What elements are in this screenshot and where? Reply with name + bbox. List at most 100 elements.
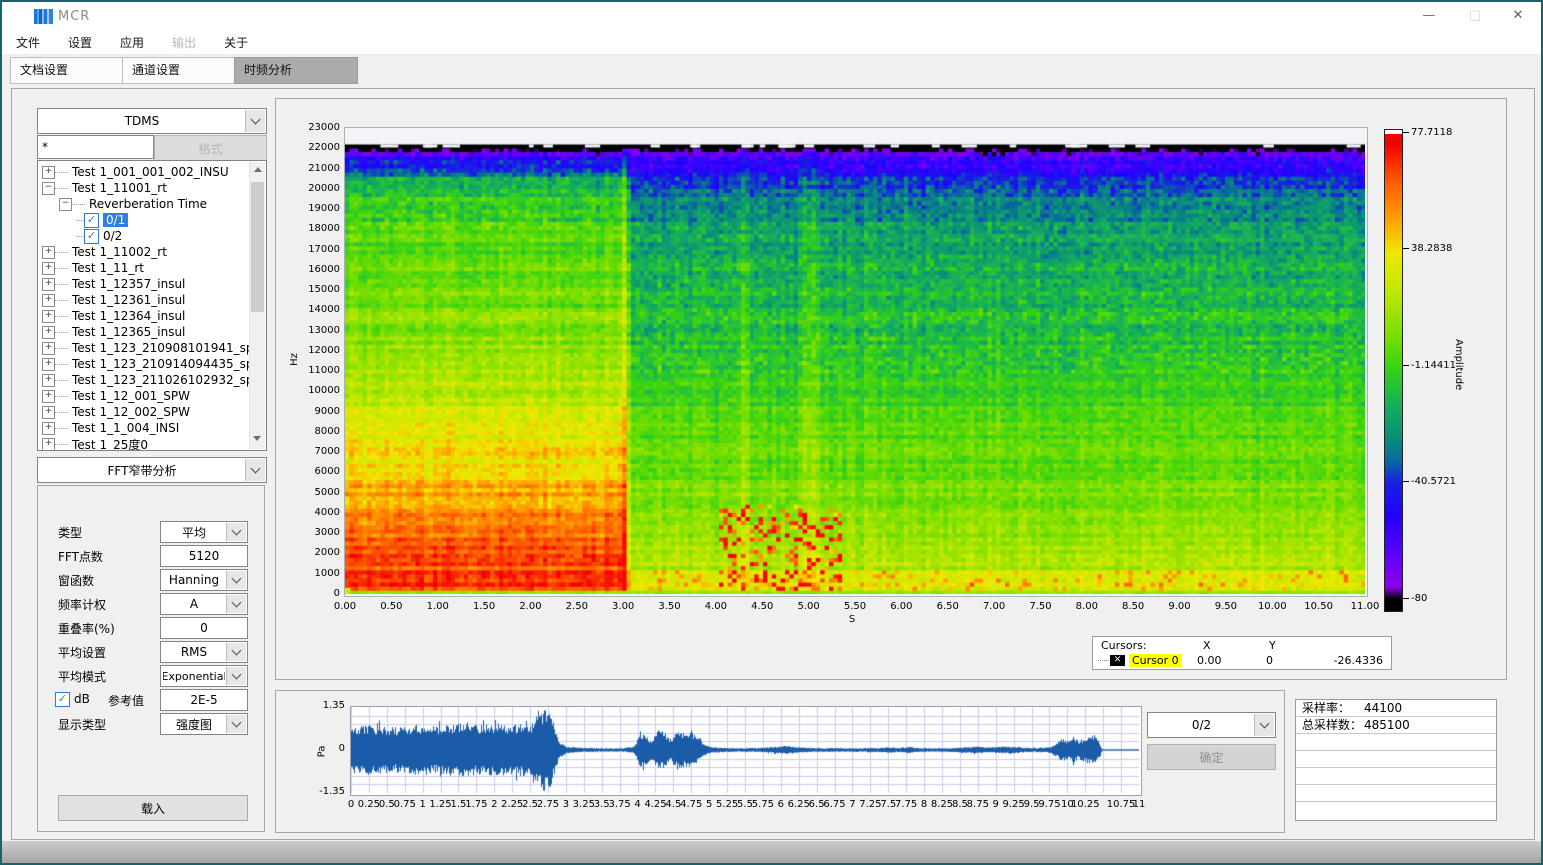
tree-item[interactable]: + Test 1_11002_rt xyxy=(38,244,249,260)
tree-expand-toggle-icon[interactable]: + xyxy=(42,438,55,451)
chevron-down-icon[interactable] xyxy=(226,643,246,661)
tree-expand-toggle-icon[interactable]: − xyxy=(42,182,55,195)
tree-item[interactable]: + Test 1_1_004_INSI xyxy=(38,420,249,436)
tree-item[interactable]: + Test 1_12365_insul xyxy=(38,324,249,340)
search-input[interactable] xyxy=(37,135,154,159)
input-overlap-percent[interactable] xyxy=(160,617,248,639)
tree-item[interactable]: + Test 1_12357_insul xyxy=(38,276,249,292)
tree-item-label[interactable]: Test 1_11_rt xyxy=(72,261,144,275)
reference-value-input[interactable] xyxy=(160,689,248,711)
tree-expand-toggle-icon[interactable]: + xyxy=(42,358,55,371)
tree-item-label[interactable]: Test 1_11002_rt xyxy=(72,245,167,259)
cursor-name[interactable]: Cursor 0 xyxy=(1129,654,1182,667)
tree-expand-toggle-icon[interactable]: + xyxy=(42,166,55,179)
tree-expand-toggle-icon[interactable]: − xyxy=(59,198,72,211)
tree-item-label[interactable]: Test 1_123_211026102932_spw xyxy=(72,373,263,387)
tree-item[interactable]: ✓ 0/1 xyxy=(38,212,249,228)
tree-expand-toggle-icon[interactable]: + xyxy=(42,390,55,403)
db-checkbox[interactable]: ✓ xyxy=(55,692,70,707)
tree-item-label[interactable]: Test 1_12361_insul xyxy=(72,293,185,307)
tree-item[interactable]: − Test 1_11001_rt xyxy=(38,180,249,196)
scrollbar-thumb[interactable] xyxy=(251,182,264,312)
tree-item[interactable]: + Test 1_001_001_002_INSU xyxy=(38,164,249,180)
tree-item[interactable]: + Test 1_12_001_SPW xyxy=(38,388,249,404)
tree-scrollbar[interactable] xyxy=(249,162,265,449)
chevron-down-icon[interactable] xyxy=(226,595,246,613)
tree-item[interactable]: +Test 1_123_210908101941_spw xyxy=(38,340,249,356)
tree-item-checkbox[interactable]: ✓ xyxy=(84,229,99,244)
combo-display-type[interactable]: 强度图 xyxy=(160,713,248,735)
analysis-type-combo[interactable]: FFT窄带分析 xyxy=(37,457,267,483)
combo-window-function[interactable]: Hanning xyxy=(160,569,248,591)
tree-item-label[interactable]: Test 1_25度0 xyxy=(72,436,148,452)
tab-document-settings[interactable]: 文档设置 xyxy=(10,57,132,84)
combo-frequency-weighting[interactable]: A xyxy=(160,593,248,615)
tree-item[interactable]: + Test 1_25度0 xyxy=(38,436,249,451)
tree-item-label[interactable]: Reverberation Time xyxy=(89,197,207,211)
maximize-button[interactable]: □ xyxy=(1452,2,1498,30)
tree-item[interactable]: +Test 1_123_210914094435_spw xyxy=(38,356,249,372)
chevron-down-icon[interactable] xyxy=(226,667,246,685)
tree-expand-toggle-icon[interactable]: + xyxy=(42,342,55,355)
tree-item-label[interactable]: 0/2 xyxy=(103,229,122,243)
tab-channel-settings[interactable]: 通道设置 xyxy=(122,57,244,84)
close-button[interactable]: ✕ xyxy=(1498,2,1538,30)
tree-item[interactable]: + Test 1_11_rt xyxy=(38,260,249,276)
tree-expand-toggle-icon[interactable]: + xyxy=(42,310,55,323)
chevron-down-icon[interactable] xyxy=(226,571,246,589)
tree-expand-toggle-icon[interactable]: + xyxy=(42,406,55,419)
tree-item-label[interactable]: Test 1_12357_insul xyxy=(72,277,185,291)
spectrogram-canvas[interactable] xyxy=(345,128,1365,594)
tree-item[interactable]: + Test 1_12_002_SPW xyxy=(38,404,249,420)
tree-item-label[interactable]: Test 1_12364_insul xyxy=(72,309,185,323)
menu-item-settings[interactable]: 设置 xyxy=(54,30,106,54)
tree-expand-toggle-icon[interactable]: + xyxy=(42,294,55,307)
tree-item[interactable]: + Test 1_12361_insul xyxy=(38,292,249,308)
tree-item-label[interactable]: Test 1_11001_rt xyxy=(72,181,167,195)
combo-average-mode[interactable]: Exponential xyxy=(160,665,248,687)
tree-expand-toggle-icon[interactable]: + xyxy=(42,246,55,259)
tree-expand-toggle-icon[interactable]: + xyxy=(42,262,55,275)
tree-item-label[interactable]: Test 1_1_004_INSI xyxy=(72,421,179,435)
chevron-down-icon[interactable] xyxy=(226,523,246,541)
tree-item-label[interactable]: Test 1_12_001_SPW xyxy=(72,389,190,403)
waveform-canvas[interactable] xyxy=(351,707,1139,793)
scrollbar-down-icon[interactable] xyxy=(253,436,261,441)
chevron-down-icon[interactable] xyxy=(226,715,246,733)
tree-item-label[interactable]: Test 1_12_002_SPW xyxy=(72,405,190,419)
tree-item-checkbox[interactable]: ✓ xyxy=(84,213,99,228)
chevron-down-icon[interactable] xyxy=(1254,714,1274,736)
tree-item[interactable]: +Test 1_123_211026102932_spw xyxy=(38,372,249,388)
format-button[interactable]: 格式 xyxy=(154,135,267,161)
menu-item-file[interactable]: 文件 xyxy=(2,30,54,54)
tree-item-label[interactable]: 0/1 xyxy=(103,213,128,227)
load-button[interactable]: 载入 xyxy=(58,795,248,821)
scrollbar-up-icon[interactable] xyxy=(254,167,262,172)
tree-expand-toggle-icon[interactable]: + xyxy=(42,374,55,387)
combo-type[interactable]: 平均 xyxy=(160,521,248,543)
chevron-down-icon[interactable] xyxy=(245,459,265,481)
tree-item-label[interactable]: Test 1_001_001_002_INSU xyxy=(72,165,229,179)
tab-time-frequency-analysis[interactable]: 时频分析 xyxy=(234,57,358,84)
file-format-combo[interactable]: TDMS xyxy=(37,108,267,134)
cursor-icon[interactable]: ✕ xyxy=(1110,655,1125,666)
confirm-button[interactable]: 确定 xyxy=(1147,744,1276,770)
menu-item-about[interactable]: 关于 xyxy=(210,30,262,54)
minimize-button[interactable]: — xyxy=(1406,2,1452,30)
menu-item-application[interactable]: 应用 xyxy=(106,30,158,54)
combo-average-setting[interactable]: RMS xyxy=(160,641,248,663)
tree-item[interactable]: + Test 1_12364_insul xyxy=(38,308,249,324)
tree-expand-toggle-icon[interactable]: + xyxy=(42,278,55,291)
tree-expand-toggle-icon[interactable]: + xyxy=(42,326,55,339)
menu-item-output[interactable]: 输出 xyxy=(158,30,210,54)
chevron-down-icon[interactable] xyxy=(245,110,265,132)
tree-item-label[interactable]: Test 1_123_210914094435_spw xyxy=(72,357,263,371)
input-fft-points[interactable] xyxy=(160,545,248,567)
spec-y-tick-label: 10000 xyxy=(290,385,340,396)
tree-item-label[interactable]: Test 1_123_210908101941_spw xyxy=(72,341,263,355)
tree-item[interactable]: − Reverberation Time xyxy=(38,196,249,212)
tree-item-label[interactable]: Test 1_12365_insul xyxy=(72,325,185,339)
channel-combo[interactable]: 0/2 xyxy=(1147,712,1276,738)
tree-expand-toggle-icon[interactable]: + xyxy=(42,422,55,435)
tree-item[interactable]: ✓ 0/2 xyxy=(38,228,249,244)
